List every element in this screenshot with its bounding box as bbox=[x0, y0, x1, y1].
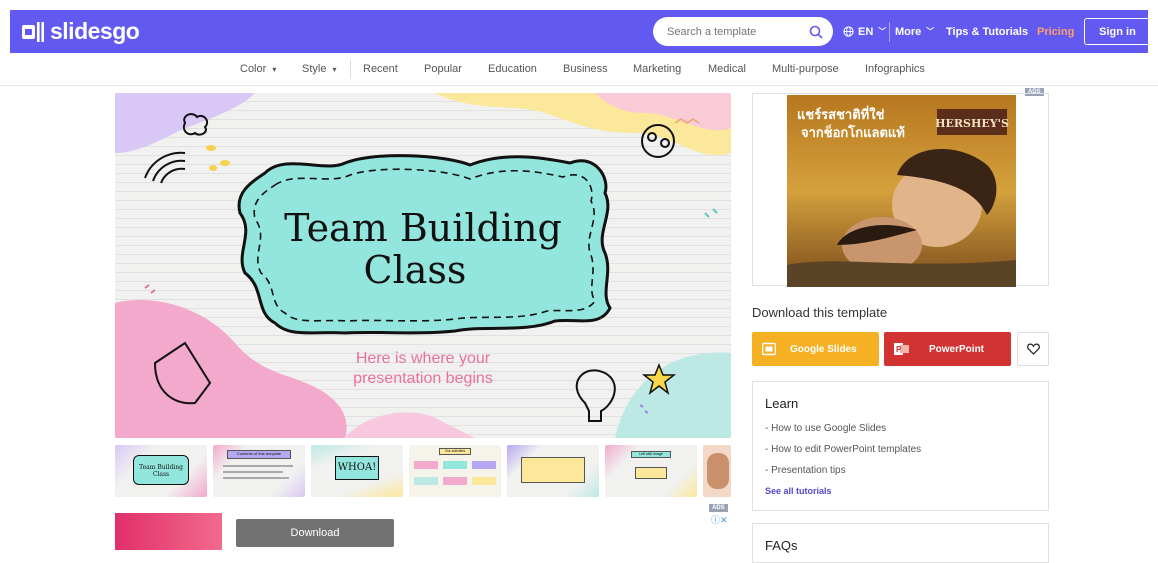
google-slides-label: Google Slides bbox=[790, 343, 857, 355]
tips-label: Tips & Tutorials bbox=[946, 25, 1029, 38]
ad-image: HERSHEY'S แชร์รสชาติที่ใช่ จากช็อกโกแลตแ… bbox=[787, 95, 1016, 287]
thumbnail-7[interactable] bbox=[703, 445, 731, 497]
slide-title-line2: Class bbox=[364, 248, 467, 292]
ads-tag: ADS bbox=[709, 504, 728, 512]
globe-icon bbox=[843, 26, 854, 37]
tips-link[interactable]: Tips & Tutorials bbox=[946, 10, 1028, 53]
category-infographics[interactable]: Infographics bbox=[865, 63, 925, 75]
divider bbox=[889, 22, 890, 42]
ad-text-line2: จากช็อกโกแลตแท้ bbox=[801, 123, 905, 141]
download-title: Download this template bbox=[752, 305, 888, 320]
learn-link-google-slides[interactable]: - How to use Google Slides bbox=[765, 423, 1036, 434]
sidebar-ad[interactable]: HERSHEY'S แชร์รสชาติที่ใช่ จากช็อกโกแลตแ… bbox=[752, 93, 1049, 287]
faqs-panel[interactable]: FAQs bbox=[752, 523, 1049, 563]
preview-slide: Team Building Class Here is where your p… bbox=[115, 93, 731, 438]
chevron-down-icon: ﹀ bbox=[878, 27, 887, 36]
ad-download-button[interactable]: Download bbox=[236, 519, 394, 547]
category-marketing[interactable]: Marketing bbox=[633, 63, 681, 75]
svg-text:P: P bbox=[896, 345, 902, 354]
caret-down-icon: ▾ bbox=[332, 65, 337, 74]
google-slides-button[interactable]: Google Slides bbox=[752, 332, 879, 366]
top-navbar: slidesgo EN ﹀ More ﹀ Tips & Tutorials Pr… bbox=[10, 10, 1151, 53]
thumbnail-6[interactable]: Left with image bbox=[605, 445, 697, 497]
ad-close-icon[interactable]: ⓘ✕ bbox=[711, 513, 728, 526]
powerpoint-label: PowerPoint bbox=[929, 343, 985, 355]
search-input[interactable] bbox=[667, 25, 797, 38]
chevron-down-icon: ﹀ bbox=[926, 27, 935, 36]
divider bbox=[350, 60, 351, 79]
learn-link-presentation-tips[interactable]: - Presentation tips bbox=[765, 465, 1036, 476]
thumbnail-4[interactable]: Our activities bbox=[409, 445, 501, 497]
favorite-button[interactable] bbox=[1017, 332, 1049, 366]
see-all-tutorials-link[interactable]: See all tutorials bbox=[765, 486, 1036, 496]
slide-title-line1: Team Building bbox=[284, 206, 562, 250]
powerpoint-button[interactable]: P PowerPoint bbox=[884, 332, 1011, 366]
learn-title: Learn bbox=[765, 396, 799, 411]
pricing-link[interactable]: Pricing bbox=[1037, 10, 1074, 53]
caret-down-icon: ▾ bbox=[272, 65, 277, 74]
category-color[interactable]: Color ▾ bbox=[240, 63, 276, 75]
thumbnail-title: Our activities bbox=[439, 448, 471, 455]
learn-panel: Learn - How to use Google Slides - How t… bbox=[752, 381, 1049, 511]
sign-in-button[interactable]: Sign in bbox=[1084, 18, 1151, 45]
thumbnail-title: Contents of this template bbox=[227, 450, 291, 459]
category-popular[interactable]: Popular bbox=[424, 63, 462, 75]
category-style[interactable]: Style ▾ bbox=[302, 63, 337, 75]
language-selector[interactable]: EN ﹀ bbox=[843, 10, 886, 53]
category-education[interactable]: Education bbox=[488, 63, 537, 75]
template-preview[interactable]: Team Building Class Here is where your p… bbox=[115, 93, 731, 438]
slide-subtitle-line1: Here is where your bbox=[356, 350, 491, 367]
ad-text-line1: แชร์รสชาติที่ใช่ bbox=[797, 105, 885, 123]
category-multi-purpose[interactable]: Multi-purpose bbox=[772, 63, 839, 75]
thumbnail-title: WHOA! bbox=[335, 456, 379, 480]
google-slides-icon bbox=[762, 342, 776, 356]
search-icon[interactable] bbox=[809, 25, 823, 39]
logo-icon bbox=[22, 21, 44, 42]
slide-subtitle-line2: presentation begins bbox=[353, 370, 493, 387]
language-label: EN bbox=[858, 25, 874, 38]
thumbnail-2[interactable]: Contents of this template bbox=[213, 445, 305, 497]
thumbnail-1[interactable]: Team Building Class bbox=[115, 445, 207, 497]
thumbnail-5[interactable] bbox=[507, 445, 599, 497]
category-nav: Color ▾ Style ▾ Recent Popular Education… bbox=[0, 53, 1158, 86]
thumbnail-title: Team Building Class bbox=[133, 455, 189, 485]
more-menu[interactable]: More ﹀ bbox=[895, 10, 934, 53]
heart-icon bbox=[1026, 343, 1040, 355]
ad-brand: HERSHEY'S bbox=[935, 117, 1009, 130]
category-medical[interactable]: Medical bbox=[708, 63, 746, 75]
bottom-ad[interactable]: Download ADS bbox=[115, 513, 731, 550]
category-recent[interactable]: Recent bbox=[363, 63, 398, 75]
pricing-label: Pricing bbox=[1037, 25, 1075, 38]
thumbnail-title: Left with image bbox=[631, 451, 671, 458]
faqs-title: FAQs bbox=[765, 538, 798, 553]
learn-link-powerpoint[interactable]: - How to edit PowerPoint templates bbox=[765, 444, 1036, 455]
logo-text: slidesgo bbox=[50, 18, 140, 44]
thumbnail-3[interactable]: WHOA! bbox=[311, 445, 403, 497]
ad-image bbox=[115, 513, 222, 550]
thumbnail-box bbox=[521, 457, 585, 483]
category-business[interactable]: Business bbox=[563, 63, 608, 75]
search-box[interactable] bbox=[653, 17, 833, 46]
more-label: More bbox=[895, 25, 922, 38]
logo[interactable]: slidesgo bbox=[22, 18, 140, 45]
thumbnail-strip: Team Building Class Contents of this tem… bbox=[115, 445, 731, 497]
powerpoint-icon: P bbox=[894, 343, 909, 355]
